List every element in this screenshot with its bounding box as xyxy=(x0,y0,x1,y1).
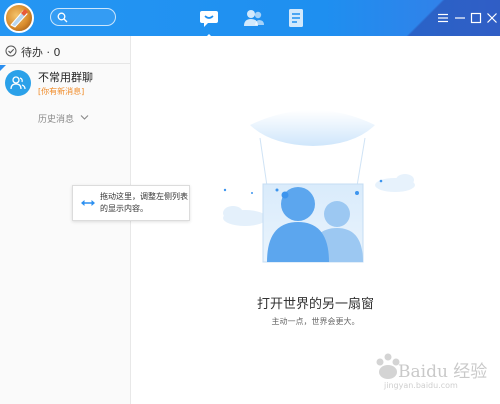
tab-messages[interactable] xyxy=(197,6,221,36)
balloon-illustration xyxy=(223,110,415,263)
menu-button[interactable] xyxy=(436,11,450,25)
chat-bubble-icon xyxy=(200,11,218,27)
close-button[interactable] xyxy=(485,11,499,25)
watermark-url: jingyan.baidu.com xyxy=(384,381,458,390)
tab-contacts[interactable] xyxy=(242,6,266,30)
document-icon xyxy=(289,9,303,27)
maximize-button[interactable] xyxy=(469,11,483,25)
conversation-preview: [你有新消息] xyxy=(38,87,85,96)
tab-apps[interactable] xyxy=(284,6,308,30)
empty-state-title: 打开世界的另一扇窗 xyxy=(256,297,374,312)
todo-label: 待办 · 0 xyxy=(21,46,61,59)
divider xyxy=(0,63,130,64)
empty-state-subtitle: 主动一点，世界会更大。 xyxy=(271,317,360,326)
resize-arrows-icon xyxy=(81,200,95,206)
history-messages-link[interactable]: 历史消息 xyxy=(38,112,74,125)
check-circle-icon xyxy=(5,45,17,57)
resize-tooltip: 拖动这里，调整左侧列表的显示内容。 xyxy=(72,185,190,221)
title-bar xyxy=(0,0,500,36)
group-icon xyxy=(10,76,26,90)
conversation-name: 不常用群聊 xyxy=(38,71,93,84)
tooltip-text: 拖动这里，调整左侧列表的显示内容。 xyxy=(100,192,188,213)
minimize-icon xyxy=(455,17,465,19)
search-box[interactable] xyxy=(50,8,116,26)
chevron-down-icon[interactable] xyxy=(80,114,89,121)
user-avatar[interactable] xyxy=(4,3,34,33)
close-icon xyxy=(487,13,497,23)
menu-icon xyxy=(438,13,448,23)
todo-row[interactable]: 待办 · 0 xyxy=(0,42,130,62)
minimize-button[interactable] xyxy=(453,11,467,25)
watermark-title: Baidu 经验 xyxy=(398,362,488,382)
maximize-icon xyxy=(470,12,482,24)
contacts-icon xyxy=(244,10,264,26)
list-item[interactable]: 不常用群聊 [你有新消息] xyxy=(0,65,130,105)
search-icon xyxy=(57,12,68,23)
group-avatar xyxy=(5,70,31,96)
